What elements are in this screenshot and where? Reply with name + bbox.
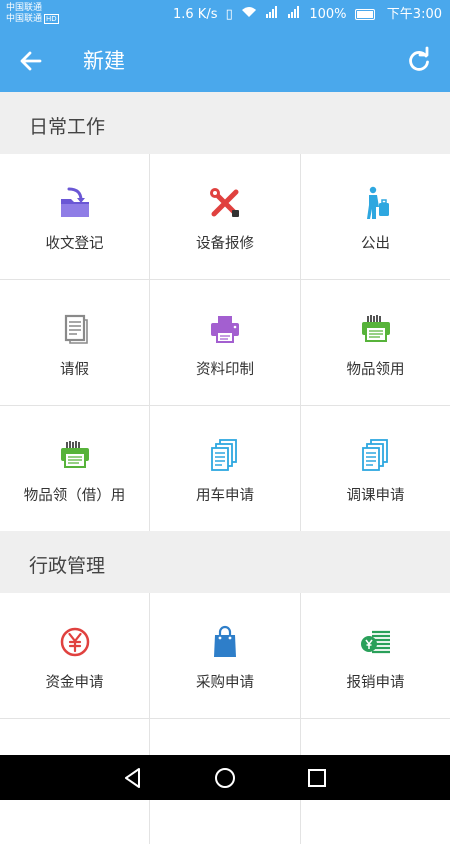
carrier-1: 中国联通: [6, 3, 43, 13]
tools-icon: [207, 185, 243, 221]
grid-item-fund-request[interactable]: 资金申请: [0, 593, 149, 718]
grid-item-label: 物品领（借）用: [23, 488, 126, 504]
battery-percent: 100%: [309, 7, 347, 22]
grid-item-label: 设备报修: [196, 236, 254, 252]
printer-icon: [207, 311, 243, 347]
grid-item-purchase-request[interactable]: 采购申请: [150, 593, 300, 718]
signal-icon-2: [287, 6, 305, 22]
grid-item-supplies-borrow[interactable]: 物品领（借）用: [0, 406, 149, 531]
grid-item-label: 资金申请: [45, 675, 104, 691]
grid-item-document-registration[interactable]: 收文登记: [0, 154, 149, 279]
grid-item-material-printing[interactable]: 资料印制: [150, 280, 300, 405]
administration-grid: 资金申请 采购申请 报销申请: [0, 593, 450, 844]
business-trip-icon: [358, 185, 394, 221]
grid-item-business-trip[interactable]: 公出: [301, 154, 450, 279]
page-title: 新建: [83, 49, 125, 73]
grid-item-label: 调课申请: [346, 488, 405, 504]
grid-item-label: 收文登记: [45, 236, 104, 252]
reimbursement-icon: [358, 624, 394, 660]
clock: 下午3:00: [386, 7, 442, 22]
grid-item-label: 用车申请: [196, 488, 254, 504]
signal-icon-1: [265, 6, 283, 22]
system-nav-bar: [0, 755, 450, 800]
grid-item-leave-request[interactable]: 请假: [0, 280, 149, 405]
grid-item-class-change[interactable]: 调课申请: [301, 406, 450, 531]
triangle-back-icon: [125, 768, 140, 788]
section-daily-work: 日常工作: [0, 92, 450, 154]
grid-item-label: 采购申请: [196, 675, 254, 691]
class-change-icon: [358, 437, 394, 473]
grid-item-label: 请假: [60, 362, 89, 378]
wifi-icon: [241, 7, 261, 22]
supplies-borrow-icon: [57, 437, 93, 473]
carrier-2: 中国联通: [6, 14, 43, 24]
grid-item-equipment-repair[interactable]: 设备报修: [150, 154, 300, 279]
daily-work-grid: 收文登记 设备报修 公出 请假 资料印制 物品领用 物品领（借）用 用车申请 调…: [0, 154, 450, 531]
app-bar: 新建: [0, 30, 450, 92]
grid-item-vehicle-request[interactable]: 用车申请: [150, 406, 300, 531]
battery-icon: [354, 9, 375, 20]
grid-item-label: 资料印制: [196, 362, 254, 378]
grid-item-label: 公出: [361, 236, 390, 252]
shopping-bag-icon: [207, 624, 243, 660]
nav-home-button[interactable]: [210, 764, 240, 792]
document-icon: [57, 311, 93, 347]
vibrate-icon: ▯: [225, 7, 233, 22]
back-button[interactable]: [14, 45, 48, 77]
square-recents-icon: [308, 769, 326, 787]
folder-receive-icon: [57, 185, 93, 221]
car-request-icon: [207, 437, 243, 473]
circle-home-icon: [215, 768, 235, 788]
refresh-button[interactable]: [402, 45, 436, 77]
section-title: 日常工作: [29, 116, 106, 138]
status-indicators: 1.6 K/s ▯ 100% 下午3:00: [169, 6, 442, 24]
grid-item-label: 报销申请: [346, 675, 405, 691]
nav-back-button[interactable]: [118, 764, 148, 792]
grid-item-reimbursement-request[interactable]: 报销申请: [301, 593, 450, 718]
network-speed: 1.6 K/s: [173, 7, 218, 22]
section-administration: 行政管理: [0, 531, 450, 593]
carrier-info: 中国联通 中国联通 HD: [6, 3, 59, 25]
grid-item-label: 物品领用: [346, 362, 405, 378]
arrow-left-icon: [20, 51, 42, 71]
section-title: 行政管理: [29, 555, 106, 577]
nav-recents-button[interactable]: [302, 764, 332, 792]
refresh-icon: [409, 46, 429, 71]
grid-item-supplies-requisition[interactable]: 物品领用: [301, 280, 450, 405]
yuan-icon: [57, 624, 93, 660]
hd-badge: HD: [44, 14, 59, 24]
supplies-icon: [358, 311, 394, 347]
status-bar: 中国联通 中国联通 HD 1.6 K/s ▯ 100% 下午3:00: [0, 0, 450, 30]
